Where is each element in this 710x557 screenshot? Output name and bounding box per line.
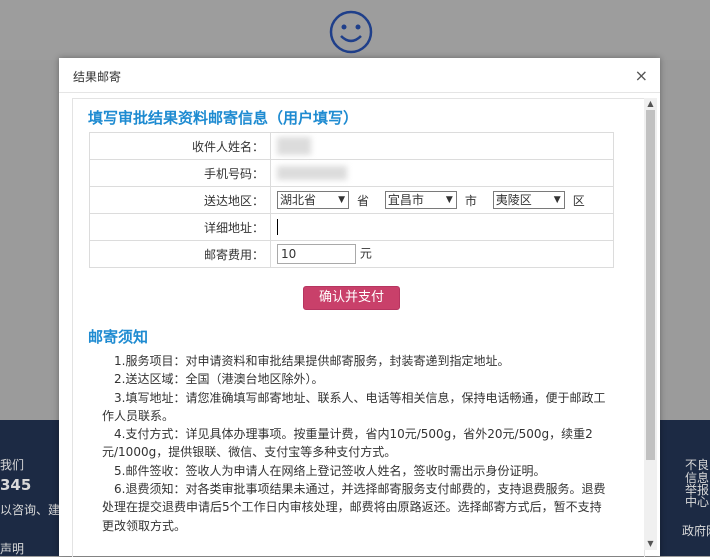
city-select[interactable]: 宜昌市 ▼ — [384, 191, 457, 209]
fee-input[interactable]: 10 — [277, 244, 356, 264]
notice-item: 3.填写地址：请您准确填写邮寄地址、联系人、电话等相关信息，保持电话畅通，便于邮… — [102, 390, 606, 423]
form-heading: 填写审批结果资料邮寄信息（用户填写） — [88, 109, 359, 127]
city-value: 宜昌市 — [387, 193, 424, 207]
region-label: 送达地区： — [89, 186, 271, 214]
province-value: 湖北省 — [280, 193, 317, 207]
notice-heading: 邮寄须知 — [88, 328, 149, 346]
mailing-form: 收件人姓名： 手机号码： 送达地区： 湖北省 ▼ 省 宜昌市 ▼ 市 夷陵区 ▼ 区 详细地… — [89, 132, 614, 268]
province-select[interactable]: 湖北省 ▼ — [277, 191, 349, 209]
district-value: 夷陵区 — [495, 193, 532, 207]
dialog-content: 填写审批结果资料邮寄信息（用户填写） 收件人姓名： 手机号码： 送达地区： 湖北… — [72, 98, 645, 557]
address-label: 详细地址： — [89, 213, 271, 241]
chevron-down-icon: ▼ — [553, 195, 561, 205]
close-icon[interactable]: × — [635, 66, 648, 85]
notice-list: 1.服务项目：对申请资料和审批结果提供邮寄服务，封装寄递到指定地址。 2.送达区… — [102, 352, 612, 535]
scroll-thumb[interactable] — [646, 110, 655, 460]
scroll-down-icon[interactable]: ▼ — [644, 538, 657, 550]
dialog-header: 结果邮寄 × — [59, 58, 660, 93]
vertical-scrollbar[interactable]: ▲ ▼ — [644, 98, 657, 550]
confirm-pay-button[interactable]: 确认并支付 — [303, 286, 400, 310]
phone-value — [270, 159, 614, 187]
city-unit: 市 — [464, 193, 477, 208]
chevron-down-icon: ▼ — [338, 195, 345, 205]
form-row-fee: 邮寄费用： 10 元 — [89, 240, 614, 268]
notice-item: 1.服务项目：对申请资料和审批结果提供邮寄服务，封装寄递到指定地址。 — [114, 354, 510, 368]
form-row-phone: 手机号码： — [89, 159, 614, 187]
address-input[interactable] — [277, 219, 478, 235]
footer-link[interactable]: 声明 — [0, 540, 24, 557]
district-unit: 区 — [572, 193, 585, 208]
notice-item: 6.退费须知：对各类审批事项结果未通过，并选择邮寄服务支付邮费的，支持退费服务。… — [102, 482, 606, 533]
recipient-label: 收件人姓名： — [89, 132, 271, 160]
redacted-phone — [277, 166, 347, 181]
scroll-up-icon[interactable]: ▲ — [644, 98, 657, 110]
footer-link[interactable]: 政府网 — [682, 522, 710, 539]
chevron-down-icon: ▼ — [445, 195, 453, 205]
region-selectors: 湖北省 ▼ 省 宜昌市 ▼ 市 夷陵区 ▼ 区 — [270, 186, 614, 214]
redacted-name — [277, 137, 311, 155]
form-row-region: 送达地区： 湖北省 ▼ 省 宜昌市 ▼ 市 夷陵区 ▼ 区 — [89, 186, 614, 214]
phone-label: 手机号码： — [89, 159, 271, 187]
fee-label: 邮寄费用： — [89, 240, 271, 268]
smiley-icon — [329, 10, 373, 54]
fee-cell: 10 元 — [270, 240, 614, 268]
district-select[interactable]: 夷陵区 ▼ — [492, 191, 565, 209]
notice-item: 2.送达区域：全国（港澳台地区除外）。 — [114, 372, 324, 387]
dialog-title: 结果邮寄 — [73, 70, 122, 84]
footer-text: 以咨询、建 — [0, 503, 61, 517]
footer-text: 345 — [0, 476, 32, 494]
province-unit: 省 — [357, 193, 370, 208]
footer-text: 中心 — [685, 495, 710, 509]
form-row-recipient: 收件人姓名： — [89, 132, 614, 160]
mailing-dialog: 结果邮寄 × 填写审批结果资料邮寄信息（用户填写） 收件人姓名： 手机号码： 送… — [59, 58, 660, 557]
recipient-value — [270, 132, 614, 160]
address-cell — [270, 213, 614, 241]
form-row-address: 详细地址： — [89, 213, 614, 241]
notice-item: 4.支付方式：详见具体办理事项。按重量计费，省内10元/500g，省外20元/5… — [102, 427, 593, 460]
fee-unit: 元 — [359, 246, 372, 261]
notice-item: 5.邮件签收：签收人为申请人在网络上登记签收人姓名，签收时需出示身份证明。 — [114, 463, 546, 478]
footer-text: 我们 — [0, 458, 25, 472]
